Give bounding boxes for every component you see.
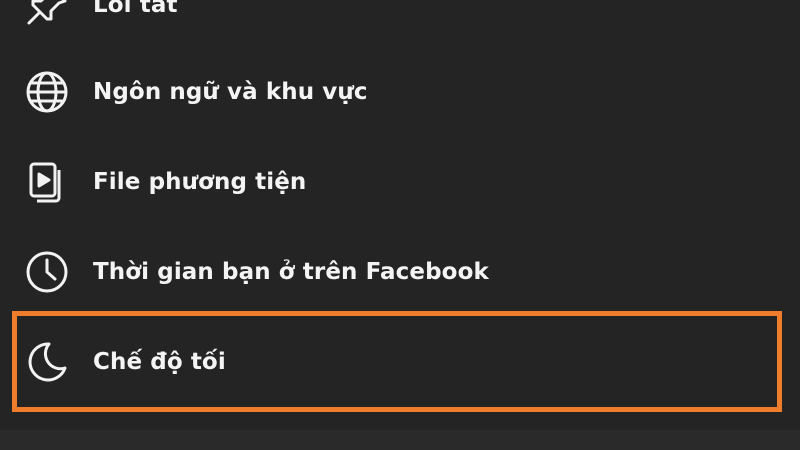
- moon-icon: [24, 339, 70, 385]
- bottom-divider: [0, 430, 800, 450]
- pin-icon: [24, 0, 70, 28]
- menu-item-label: Ngôn ngữ và khu vực: [93, 79, 368, 105]
- menu-item-time-on-facebook[interactable]: Thời gian bạn ở trên Facebook: [0, 227, 800, 317]
- media-files-icon: [24, 159, 70, 205]
- menu-item-language[interactable]: Ngôn ngữ và khu vực: [0, 47, 800, 137]
- settings-screen: Lối tắt Ngôn ngữ và khu vực File phương …: [0, 0, 800, 450]
- menu-item-dark-mode[interactable]: Chế độ tối: [0, 317, 800, 407]
- menu-item-label: Chế độ tối: [93, 349, 226, 375]
- globe-icon: [24, 69, 70, 115]
- menu-item-label: Lối tắt: [93, 0, 178, 18]
- menu-item-media[interactable]: File phương tiện: [0, 137, 800, 227]
- menu-item-shortcuts[interactable]: Lối tắt: [0, 0, 800, 50]
- menu-item-label: Thời gian bạn ở trên Facebook: [93, 259, 489, 285]
- clock-icon: [24, 249, 70, 295]
- menu-item-label: File phương tiện: [93, 169, 307, 195]
